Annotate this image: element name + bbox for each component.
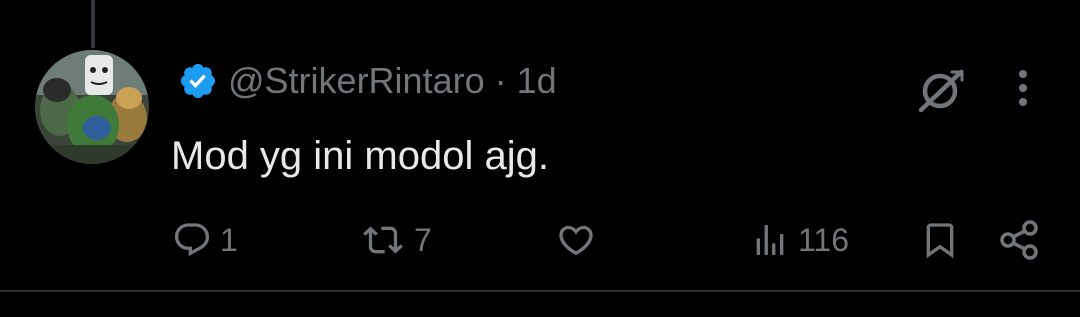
retweet-count: 7 (414, 222, 432, 258)
share-icon (1000, 220, 1038, 260)
retweet-icon (363, 226, 403, 254)
post-divider (0, 290, 1080, 292)
reply-count: 1 (220, 222, 238, 258)
avatar-image (35, 50, 149, 164)
more-icon (1019, 70, 1027, 106)
post-text: Mod yg ini modol ajg. (171, 134, 549, 178)
avatar[interactable] (35, 50, 149, 164)
views-button[interactable]: 116 (750, 215, 849, 265)
reply-button[interactable]: 1 (172, 215, 238, 265)
post-header: @StrikerRintaro · 1d (178, 58, 557, 104)
views-count: 116 (798, 222, 850, 258)
retweet-button[interactable]: 7 (360, 215, 432, 265)
reply-icon (174, 223, 210, 257)
bookmark-button[interactable] (920, 215, 960, 265)
separator-dot: · (494, 60, 507, 101)
grok-button[interactable] (912, 62, 968, 118)
user-handle[interactable]: @StrikerRintaro (228, 58, 485, 104)
more-options-button[interactable] (1005, 66, 1041, 110)
grok-icon (918, 69, 964, 113)
bookmark-icon (926, 223, 954, 259)
share-button[interactable] (997, 215, 1043, 265)
like-button[interactable] (555, 215, 605, 265)
action-bar: 1 7 116 (0, 215, 1080, 265)
timestamp[interactable]: 1d (517, 58, 557, 104)
views-icon (756, 225, 784, 255)
like-icon (559, 225, 593, 256)
thread-connector-line (91, 0, 95, 48)
verified-badge-icon (180, 63, 216, 99)
